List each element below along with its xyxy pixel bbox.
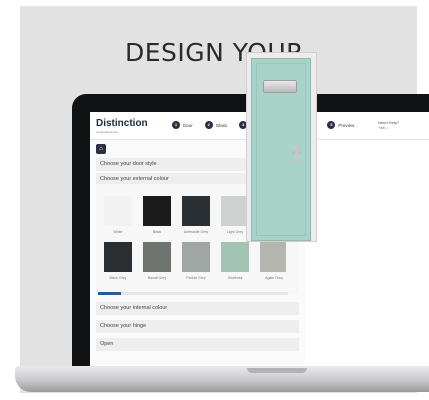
step-label: Door xyxy=(183,122,193,128)
letterplate xyxy=(263,80,297,93)
logo-subtitle: composite doors xyxy=(96,130,119,134)
swatch-scrollbar-thumb[interactable] xyxy=(98,292,121,295)
swatch-label: Anthracite Grey xyxy=(183,230,209,234)
help-phone: +44 ... xyxy=(378,125,390,130)
laptop-notch xyxy=(247,368,307,373)
swatch-white[interactable] xyxy=(104,196,132,226)
swatch-black[interactable] xyxy=(143,196,171,226)
door-preview-panel xyxy=(305,140,429,372)
swatch-label: Pebble Grey xyxy=(186,276,206,280)
swatch-chartwell[interactable] xyxy=(221,242,249,272)
step-preview[interactable]: 5 Preview xyxy=(327,121,354,129)
section-internal-colour[interactable]: Choose your internal colour xyxy=(96,302,299,315)
step-door[interactable]: 1 Door xyxy=(172,121,193,129)
swatch-label: White xyxy=(113,230,123,234)
swatch-agate-grey[interactable] xyxy=(260,242,286,272)
step-label: Glass xyxy=(215,122,228,128)
section-open[interactable]: Open xyxy=(96,338,299,351)
section-hinge[interactable]: Choose your hinge xyxy=(96,320,299,333)
step-number: 5 xyxy=(327,121,336,129)
home-icon[interactable]: ⌂ xyxy=(96,144,106,154)
swatch-label: Black Grey xyxy=(109,276,127,280)
swatch-label: Chartwell xyxy=(227,276,243,280)
step-glass[interactable]: 2 Glass xyxy=(204,121,228,129)
swatch-scrollbar[interactable] xyxy=(98,292,288,295)
swatch-black-grey[interactable] xyxy=(104,242,132,272)
swatch-label: Basalt Grey xyxy=(147,276,167,280)
swatch-light-grey[interactable] xyxy=(221,196,249,226)
swatch-anthracite-grey[interactable] xyxy=(182,196,210,226)
swatch-basalt-grey[interactable] xyxy=(143,242,171,272)
swatch-label: Agate Grey xyxy=(265,276,283,280)
laptop-base xyxy=(15,366,429,392)
logo[interactable]: Distinction xyxy=(96,118,148,129)
step-number: 1 xyxy=(172,121,180,129)
step-number: 2 xyxy=(204,121,213,129)
step-label: Preview xyxy=(338,122,355,128)
door-handle xyxy=(295,145,299,163)
swatch-pebble-grey[interactable] xyxy=(182,242,210,272)
headline: DESIGN YOUR xyxy=(124,38,305,67)
help-contact[interactable]: Need Help? +44 ... xyxy=(378,120,399,130)
swatch-label: Black xyxy=(152,230,162,234)
